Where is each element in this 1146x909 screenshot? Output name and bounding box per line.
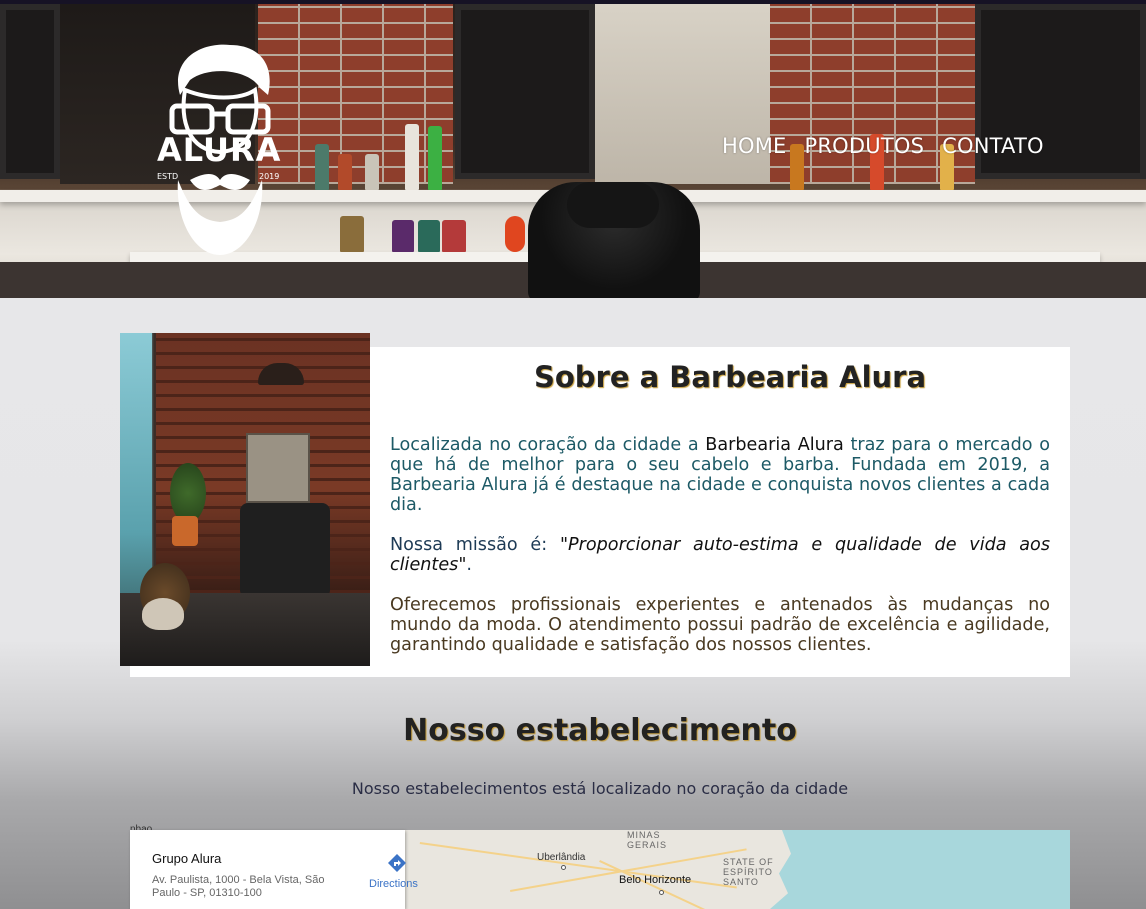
about-paragraph-intro: Localizada no coração da cidade a Barbea… (390, 435, 1050, 515)
product-bottle (338, 154, 352, 190)
plant-pot (172, 516, 198, 546)
product-jar (442, 220, 466, 252)
nav-produtos-link[interactable]: PRODUTOS (805, 134, 925, 158)
directions-link[interactable]: Directions (369, 878, 418, 890)
map-place-address: Av. Paulista, 1000 - Bela Vista, São Pau… (152, 874, 325, 899)
map-label-uberlandia: Uberlândia (537, 852, 586, 863)
flower-vase (142, 598, 184, 630)
shop-window (455, 4, 595, 179)
about-photo (120, 333, 370, 666)
about-brand-highlight: Barbearia Alura (705, 435, 844, 455)
logo-wordmark: ALURA (157, 131, 282, 169)
nav-home-link[interactable]: HOME (722, 134, 787, 158)
about-mission-end: . (466, 555, 472, 575)
about-mission-label: Nossa missão é: (390, 535, 560, 555)
map-city-dot (659, 890, 664, 895)
about-paragraph-services: Oferecemos profissionais experientes e a… (390, 595, 1050, 655)
product-jar (340, 216, 364, 252)
logo-year-label: 2019 (259, 172, 280, 181)
plant (170, 463, 206, 523)
establishment-subtitle: Nosso estabelecimentos está localizado n… (351, 779, 849, 798)
main-nav: HOME PRODUTOS CONTATO (722, 134, 1044, 158)
product-bottle (428, 126, 442, 190)
product-bottle (405, 124, 419, 190)
product-bottle (365, 154, 379, 190)
product-jar (505, 216, 525, 252)
map-label-espirito-santo: STATE OF ESPÍRITO SANTO (723, 857, 774, 887)
product-jar (392, 220, 414, 252)
hero-banner: ALURA ESTD 2019 HOME PRODUTOS CONTATO (0, 4, 1146, 298)
barber-chair (240, 503, 330, 598)
map-city-dot (561, 865, 566, 870)
about-title: Sobre a Barbearia Alura (533, 360, 927, 394)
map-sea (770, 830, 1070, 909)
product-jar (418, 220, 440, 252)
about-paragraph-mission: Nossa missão é: "Proporcionar auto-estim… (390, 535, 1050, 575)
nav-contato-link[interactable]: CONTATO (942, 134, 1044, 158)
mirror (246, 433, 310, 503)
barber-chair-headrest (567, 182, 659, 228)
shop-window (0, 4, 60, 179)
directions-icon[interactable] (387, 853, 407, 873)
about-body: Localizada no coração da cidade a Barbea… (390, 435, 1050, 675)
about-intro-text: Localizada no coração da cidade a (390, 435, 706, 455)
map-label-belo-horizonte: Belo Horizonte (619, 874, 692, 886)
map-label-minas-gerais: MINAS GERAIS (627, 830, 668, 850)
map-place-name[interactable]: Grupo Alura (152, 851, 221, 866)
establishment-title: Nosso estabelecimento (403, 713, 797, 748)
logo-est-label: ESTD (157, 172, 179, 181)
product-bottle (315, 144, 329, 190)
